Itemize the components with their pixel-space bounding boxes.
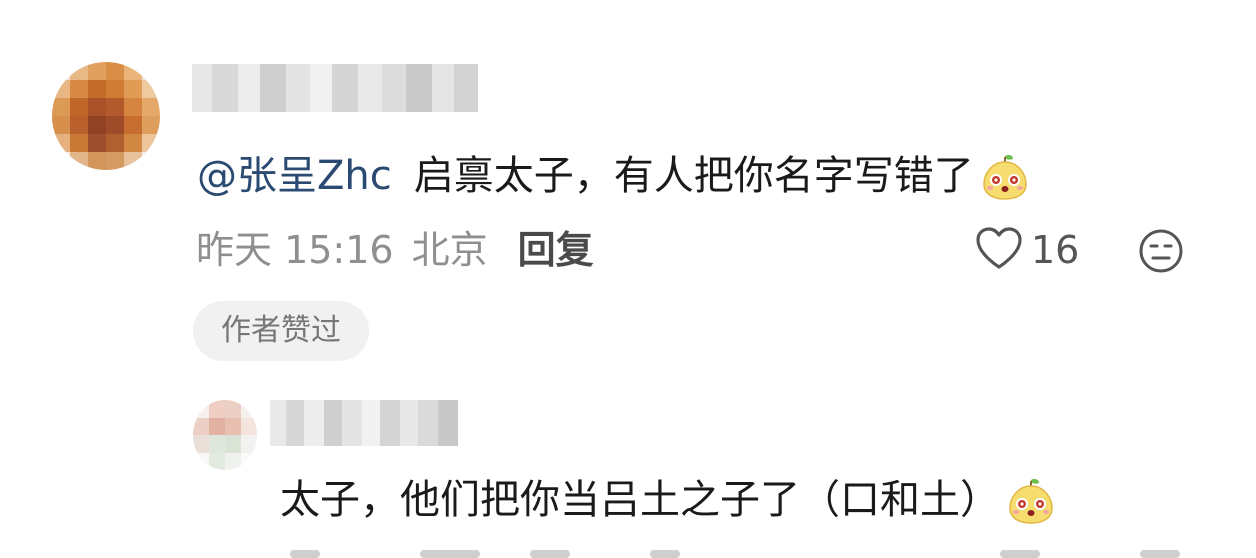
dislike-button[interactable] xyxy=(1138,228,1184,274)
username-blurred[interactable] xyxy=(192,64,478,112)
reply-body: 太子，他们把你当吕土之子了（口和土） xyxy=(280,470,1056,530)
location: 北京 xyxy=(411,228,488,272)
unhappy-face-icon xyxy=(1139,229,1183,273)
reply-avatar[interactable] xyxy=(193,400,257,470)
pear-emoji-icon xyxy=(980,152,1030,200)
reply-button[interactable]: 回复 xyxy=(518,222,594,278)
author-liked-badge: 作者赞过 xyxy=(193,301,369,361)
reply-text: 太子，他们把你当吕土之子了（口和土） xyxy=(280,477,1000,523)
like-count: 16 xyxy=(1031,228,1080,272)
timestamp: 昨天 15:16 xyxy=(196,228,394,272)
comment-meta: 昨天 15:16 北京 回复 xyxy=(196,222,594,278)
pear-emoji-icon xyxy=(1006,476,1056,524)
mention-link[interactable]: @张呈Zhc xyxy=(197,146,392,206)
next-row-cutoff xyxy=(0,548,1256,558)
like-button[interactable]: 16 xyxy=(975,222,1079,278)
comment-body: @张呈Zhc 启禀太子，有人把你名字写错了 xyxy=(197,146,1030,206)
heart-icon xyxy=(975,226,1023,274)
avatar[interactable] xyxy=(52,62,160,170)
comment-thread: @张呈Zhc 启禀太子，有人把你名字写错了 昨天 15:16 北京 回复 16 … xyxy=(0,0,1256,558)
comment-text: 启禀太子，有人把你名字写错了 xyxy=(413,153,974,199)
reply-username-blurred[interactable] xyxy=(270,400,458,446)
